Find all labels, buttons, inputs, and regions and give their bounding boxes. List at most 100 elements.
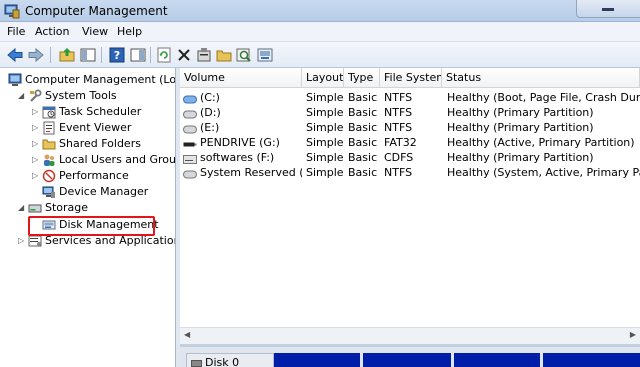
table-row[interactable]: System Reserved (H:) Simple Basic NTFS H… [180, 165, 640, 180]
menu-action[interactable]: Action [35, 25, 69, 38]
delete-icon[interactable] [175, 46, 193, 64]
cell-type: Basic [348, 91, 378, 104]
table-row[interactable]: (C:) Simple Basic NTFS Healthy (Boot, Pa… [180, 90, 640, 105]
svg-text:?: ? [114, 49, 120, 62]
column-header-type[interactable]: Type [344, 68, 380, 88]
tree-item-performance[interactable]: ▷ Performance [32, 168, 129, 184]
computer-icon [8, 73, 22, 87]
hdd-gray-icon [183, 168, 197, 179]
computer-management-app-icon [4, 3, 20, 19]
tree-label: Performance [59, 169, 129, 182]
show-hide-tree-icon[interactable] [79, 46, 97, 64]
cell-file-system: NTFS [384, 166, 413, 179]
tree-item-device-manager[interactable]: Device Manager [42, 184, 148, 200]
tree-label: Task Scheduler [59, 105, 142, 118]
minimize-icon [602, 8, 614, 11]
properties-icon[interactable] [195, 46, 213, 64]
collapsed-arrow-icon[interactable]: ▷ [32, 168, 42, 184]
column-header-status[interactable]: Status [442, 68, 640, 88]
table-row[interactable]: (D:) Simple Basic NTFS Healthy (Primary … [180, 105, 640, 120]
forward-arrow-icon[interactable] [27, 46, 45, 64]
cell-volume: (E:) [200, 121, 220, 134]
partition-bar[interactable] [454, 353, 540, 367]
expanded-arrow-icon[interactable]: ◢ [18, 200, 28, 216]
back-arrow-icon[interactable] [6, 46, 24, 64]
tree-item-shared-folders[interactable]: ▷ Shared Folders [32, 136, 141, 152]
disk-icon[interactable] [256, 46, 274, 64]
cell-volume: softwares (F:) [200, 151, 275, 164]
tree-label: Shared Folders [59, 137, 141, 150]
cell-layout: Simple [306, 136, 344, 149]
partition-bar[interactable] [274, 353, 360, 367]
task-scheduler-icon [42, 105, 56, 119]
tree-item-system-tools[interactable]: ◢ System Tools [18, 88, 117, 104]
tree-item-local-users[interactable]: ▷ Local Users and Groups [32, 152, 175, 168]
column-header-layout[interactable]: Layout [302, 68, 344, 88]
cell-volume: (D:) [200, 106, 221, 119]
cell-volume: (C:) [200, 91, 220, 104]
menu-file[interactable]: File [7, 25, 25, 38]
table-row[interactable]: PENDRIVE (G:) Simple Basic FAT32 Healthy… [180, 135, 640, 150]
refresh-icon[interactable] [155, 46, 173, 64]
tree-item-event-viewer[interactable]: ▷ Event Viewer [32, 120, 131, 136]
tree-item-storage[interactable]: ◢ Storage [18, 200, 88, 216]
up-folder-icon[interactable] [58, 46, 76, 64]
system-tools-icon [28, 89, 42, 103]
hdd-gray-icon [183, 123, 197, 134]
cell-file-system: CDFS [384, 151, 414, 164]
open-folder-icon[interactable] [215, 46, 233, 64]
disk-0-label[interactable]: Disk 0 [186, 353, 274, 367]
cell-type: Basic [348, 106, 378, 119]
menu-view[interactable]: View [82, 25, 108, 38]
cell-status: Healthy (Primary Partition) [447, 106, 594, 119]
cell-status: Healthy (Boot, Page File, Crash Dump, Pr… [447, 91, 640, 104]
cell-layout: Simple [306, 121, 344, 134]
collapsed-arrow-icon[interactable]: ▷ [32, 136, 42, 152]
cell-volume: System Reserved (H:) [200, 166, 302, 179]
cell-type: Basic [348, 166, 378, 179]
column-header-file-system[interactable]: File System [380, 68, 442, 88]
disk-mini-icon [191, 360, 202, 367]
window-title: Computer Management [25, 4, 168, 18]
hdd-blue-icon [183, 93, 197, 104]
partition-bar[interactable] [363, 353, 451, 367]
cell-layout: Simple [306, 106, 344, 119]
disk-management-highlight [28, 216, 155, 236]
collapsed-arrow-icon[interactable]: ▷ [18, 233, 28, 249]
collapsed-arrow-icon[interactable]: ▷ [32, 120, 42, 136]
collapsed-arrow-icon[interactable]: ▷ [32, 152, 42, 168]
storage-icon [28, 201, 42, 215]
volume-list: Volume Layout Type File System Status (C… [180, 68, 640, 346]
table-row[interactable]: softwares (F:) Simple Basic CDFS Healthy… [180, 150, 640, 165]
cell-layout: Simple [306, 91, 344, 104]
column-header-volume[interactable]: Volume [180, 68, 302, 88]
cell-status: Healthy (Active, Primary Partition) [447, 136, 635, 149]
table-row[interactable]: (E:) Simple Basic NTFS Healthy (Primary … [180, 120, 640, 135]
tree-label: Device Manager [59, 185, 149, 198]
expanded-arrow-icon[interactable]: ◢ [18, 88, 28, 104]
search-disk-icon[interactable] [235, 46, 253, 64]
scroll-left-arrow-icon[interactable]: ◀ [184, 330, 190, 339]
tree-label: Event Viewer [59, 121, 132, 134]
help-icon[interactable]: ? [108, 46, 126, 64]
console-tree-icon[interactable] [129, 46, 147, 64]
scroll-right-arrow-icon[interactable]: ▶ [630, 330, 636, 339]
tree-item-task-scheduler[interactable]: ▷ Task Scheduler [32, 104, 141, 120]
toolbar: ? [0, 42, 640, 68]
performance-icon [42, 169, 56, 183]
cell-status: Healthy (System, Active, Primary Partiti… [447, 166, 640, 179]
cell-status: Healthy (Primary Partition) [447, 121, 594, 134]
tree-item-computer-management[interactable]: Computer Management (Local [8, 72, 175, 88]
cell-file-system: NTFS [384, 91, 413, 104]
partition-bar[interactable] [543, 353, 640, 367]
users-icon [42, 153, 56, 167]
event-viewer-icon [42, 121, 56, 135]
minimize-button[interactable] [576, 0, 640, 18]
console-tree: Computer Management (Local ◢ System Tools… [0, 68, 176, 367]
horizontal-scrollbar[interactable]: ◀ ▶ [180, 327, 640, 344]
menu-bar: File Action View Help [0, 22, 640, 42]
collapsed-arrow-icon[interactable]: ▷ [32, 104, 42, 120]
menu-help[interactable]: Help [117, 25, 142, 38]
toolbar-separator [50, 47, 51, 63]
tree-label: Storage [45, 201, 89, 214]
